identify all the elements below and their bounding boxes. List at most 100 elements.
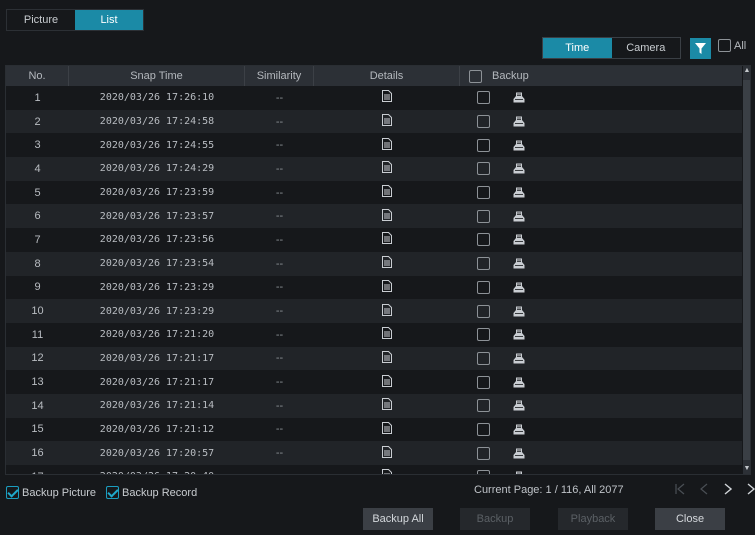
backup-record-checkbox[interactable] (105, 486, 119, 499)
header-backup-checkbox[interactable] (469, 69, 482, 83)
table-row[interactable]: 15 2020/03/26 17:21:12 -- (6, 417, 742, 442)
table-row[interactable]: 9 2020/03/26 17:23:29 -- (6, 275, 742, 300)
backup-icon[interactable] (513, 187, 525, 198)
table-row[interactable]: 8 2020/03/26 17:23:54 -- (6, 251, 742, 276)
backup-icon[interactable] (513, 448, 525, 459)
row-backup-checkbox[interactable] (477, 257, 490, 271)
table-row[interactable]: 3 2020/03/26 17:24:55 -- (6, 133, 742, 158)
details-icon[interactable] (382, 161, 392, 174)
details-icon[interactable] (382, 114, 392, 127)
details-icon[interactable] (382, 185, 392, 198)
next-page-icon[interactable] (720, 480, 736, 498)
row-backup-checkbox[interactable] (477, 280, 490, 294)
details-icon[interactable] (382, 327, 392, 340)
row-backup-checkbox[interactable] (477, 186, 490, 200)
row-snap-time: 2020/03/26 17:20:40 (69, 471, 245, 474)
scroll-thumb[interactable] (743, 80, 750, 460)
table-row[interactable]: 16 2020/03/26 17:20:57 -- (6, 441, 742, 465)
backup-icon[interactable] (513, 234, 525, 245)
tab-list[interactable]: List (75, 10, 143, 30)
backup-icon[interactable] (513, 424, 525, 435)
backup-button[interactable]: Backup (460, 508, 530, 530)
row-backup-checkbox[interactable] (477, 351, 490, 365)
details-icon[interactable] (382, 256, 392, 269)
backup-picture-option[interactable]: Backup Picture (6, 486, 96, 499)
row-backup-checkbox[interactable] (477, 209, 490, 223)
table-row[interactable]: 2 2020/03/26 17:24:58 -- (6, 109, 742, 134)
details-icon[interactable] (382, 374, 392, 387)
row-backup-checkbox[interactable] (477, 162, 490, 176)
playback-button[interactable]: Playback (558, 508, 628, 530)
table-row[interactable]: 1 2020/03/26 17:26:10 -- (6, 86, 742, 110)
table-row[interactable]: 6 2020/03/26 17:23:57 -- (6, 204, 742, 229)
table-row[interactable]: 12 2020/03/26 17:21:17 -- (6, 346, 742, 371)
scroll-up-icon[interactable]: ▲ (743, 66, 750, 76)
row-backup-checkbox[interactable] (477, 328, 490, 342)
details-icon[interactable] (382, 208, 392, 221)
header-snap-time[interactable]: Snap Time (69, 66, 245, 86)
table-row[interactable]: 5 2020/03/26 17:23:59 -- (6, 180, 742, 205)
row-backup-checkbox[interactable] (477, 304, 490, 318)
header-details[interactable]: Details (314, 66, 460, 86)
first-page-icon[interactable] (672, 480, 688, 498)
details-icon[interactable] (382, 303, 392, 316)
backup-icon[interactable] (513, 471, 525, 474)
row-backup-checkbox[interactable] (477, 375, 490, 389)
details-icon[interactable] (382, 469, 392, 474)
close-button[interactable]: Close (655, 508, 725, 530)
scroll-down-icon[interactable]: ▼ (743, 464, 750, 474)
row-similarity: -- (275, 186, 284, 199)
backup-icon[interactable] (513, 306, 525, 317)
table-row[interactable]: 4 2020/03/26 17:24:29 -- (6, 157, 742, 181)
backup-icon[interactable] (513, 140, 525, 151)
backup-record-option[interactable]: Backup Record (105, 486, 197, 499)
details-icon[interactable] (382, 421, 392, 434)
backup-icon[interactable] (513, 400, 525, 411)
filter-button[interactable] (690, 38, 711, 59)
row-backup-checkbox[interactable] (477, 470, 490, 474)
backup-options: Backup Picture Backup Record (6, 486, 197, 499)
sort-by-time-button[interactable]: Time (543, 38, 612, 58)
select-all-checkbox[interactable] (718, 39, 731, 52)
row-backup-checkbox[interactable] (477, 91, 490, 105)
backup-icon[interactable] (513, 116, 525, 127)
table-row[interactable]: 172020/03/26 17:20:40-- (6, 465, 742, 474)
table-row[interactable]: 13 2020/03/26 17:21:17 -- (6, 370, 742, 394)
details-icon[interactable] (382, 445, 392, 458)
details-icon[interactable] (382, 279, 392, 292)
backup-all-button[interactable]: Backup All (363, 508, 433, 530)
details-icon[interactable] (382, 137, 392, 150)
row-backup-checkbox[interactable] (477, 446, 490, 460)
row-backup-checkbox[interactable] (477, 233, 490, 247)
tab-picture[interactable]: Picture (7, 10, 75, 30)
backup-picture-checkbox[interactable] (6, 486, 19, 499)
details-icon[interactable] (382, 398, 392, 411)
row-number: 6 (34, 210, 41, 223)
table-row[interactable]: 11 2020/03/26 17:21:20 -- (6, 322, 742, 347)
table-row[interactable]: 7 2020/03/26 17:23:56 -- (6, 228, 742, 252)
backup-icon[interactable] (513, 163, 525, 174)
row-backup-checkbox[interactable] (477, 422, 490, 436)
backup-icon[interactable] (513, 353, 525, 364)
select-all-toggle[interactable]: All (718, 39, 746, 52)
backup-icon[interactable] (513, 377, 525, 388)
sort-by-camera-button[interactable]: Camera (612, 38, 681, 58)
table-row[interactable]: 10 2020/03/26 17:23:29 -- (6, 299, 742, 323)
details-icon[interactable] (382, 232, 392, 245)
backup-icon[interactable] (513, 92, 525, 103)
vertical-scrollbar[interactable]: ▲ ▼ (743, 66, 750, 474)
row-backup-checkbox[interactable] (477, 399, 490, 413)
table-row[interactable]: 14 2020/03/26 17:21:14 -- (6, 393, 742, 418)
backup-icon[interactable] (513, 211, 525, 222)
row-backup-checkbox[interactable] (477, 138, 490, 152)
header-no[interactable]: No. (6, 66, 69, 86)
backup-icon[interactable] (513, 282, 525, 293)
details-icon[interactable] (382, 90, 392, 103)
last-page-icon[interactable] (744, 480, 755, 498)
details-icon[interactable] (382, 350, 392, 363)
header-similarity[interactable]: Similarity (245, 66, 314, 86)
prev-page-icon[interactable] (696, 480, 712, 498)
row-backup-checkbox[interactable] (477, 115, 490, 129)
backup-icon[interactable] (513, 258, 525, 269)
backup-icon[interactable] (513, 329, 525, 340)
